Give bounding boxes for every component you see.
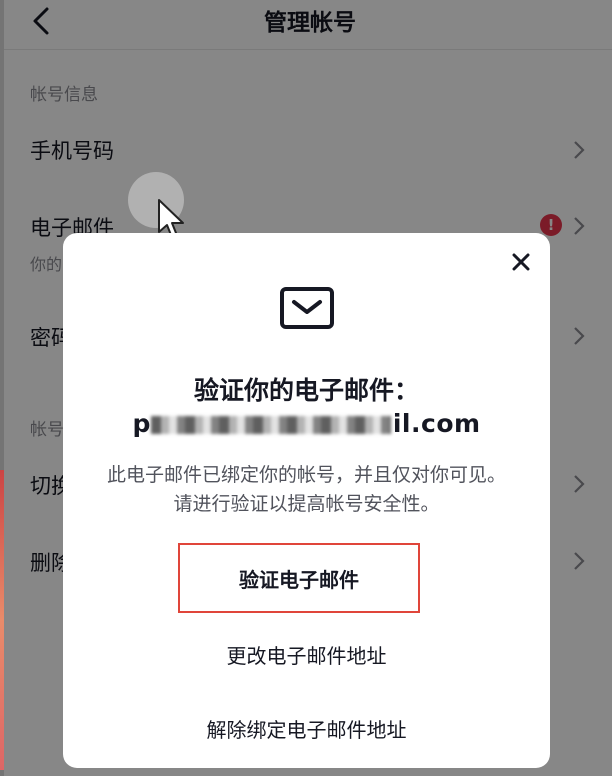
unbind-email-link[interactable]: 解除绑定电子邮件地址 bbox=[63, 714, 550, 743]
email-address: p il.com bbox=[63, 409, 550, 438]
dialog-description: 此电子邮件已绑定你的帐号，并且仅对你可见。请进行验证以提高帐号安全性。 bbox=[106, 464, 506, 515]
verify-email-dialog: 验证你的电子邮件： p il.com 此电子邮件已绑定你的帐号，并且仅对你可见。请… bbox=[63, 233, 550, 768]
email-redaction bbox=[150, 416, 391, 434]
close-icon[interactable] bbox=[510, 251, 532, 273]
email-prefix: p bbox=[132, 409, 151, 438]
mail-icon bbox=[280, 287, 334, 329]
email-suffix: il.com bbox=[392, 409, 481, 438]
verify-email-button[interactable]: 验证电子邮件 bbox=[178, 543, 420, 613]
dialog-title: 验证你的电子邮件： bbox=[193, 376, 419, 405]
change-email-link[interactable]: 更改电子邮件地址 bbox=[63, 640, 550, 669]
left-edge-strip bbox=[0, 470, 4, 770]
